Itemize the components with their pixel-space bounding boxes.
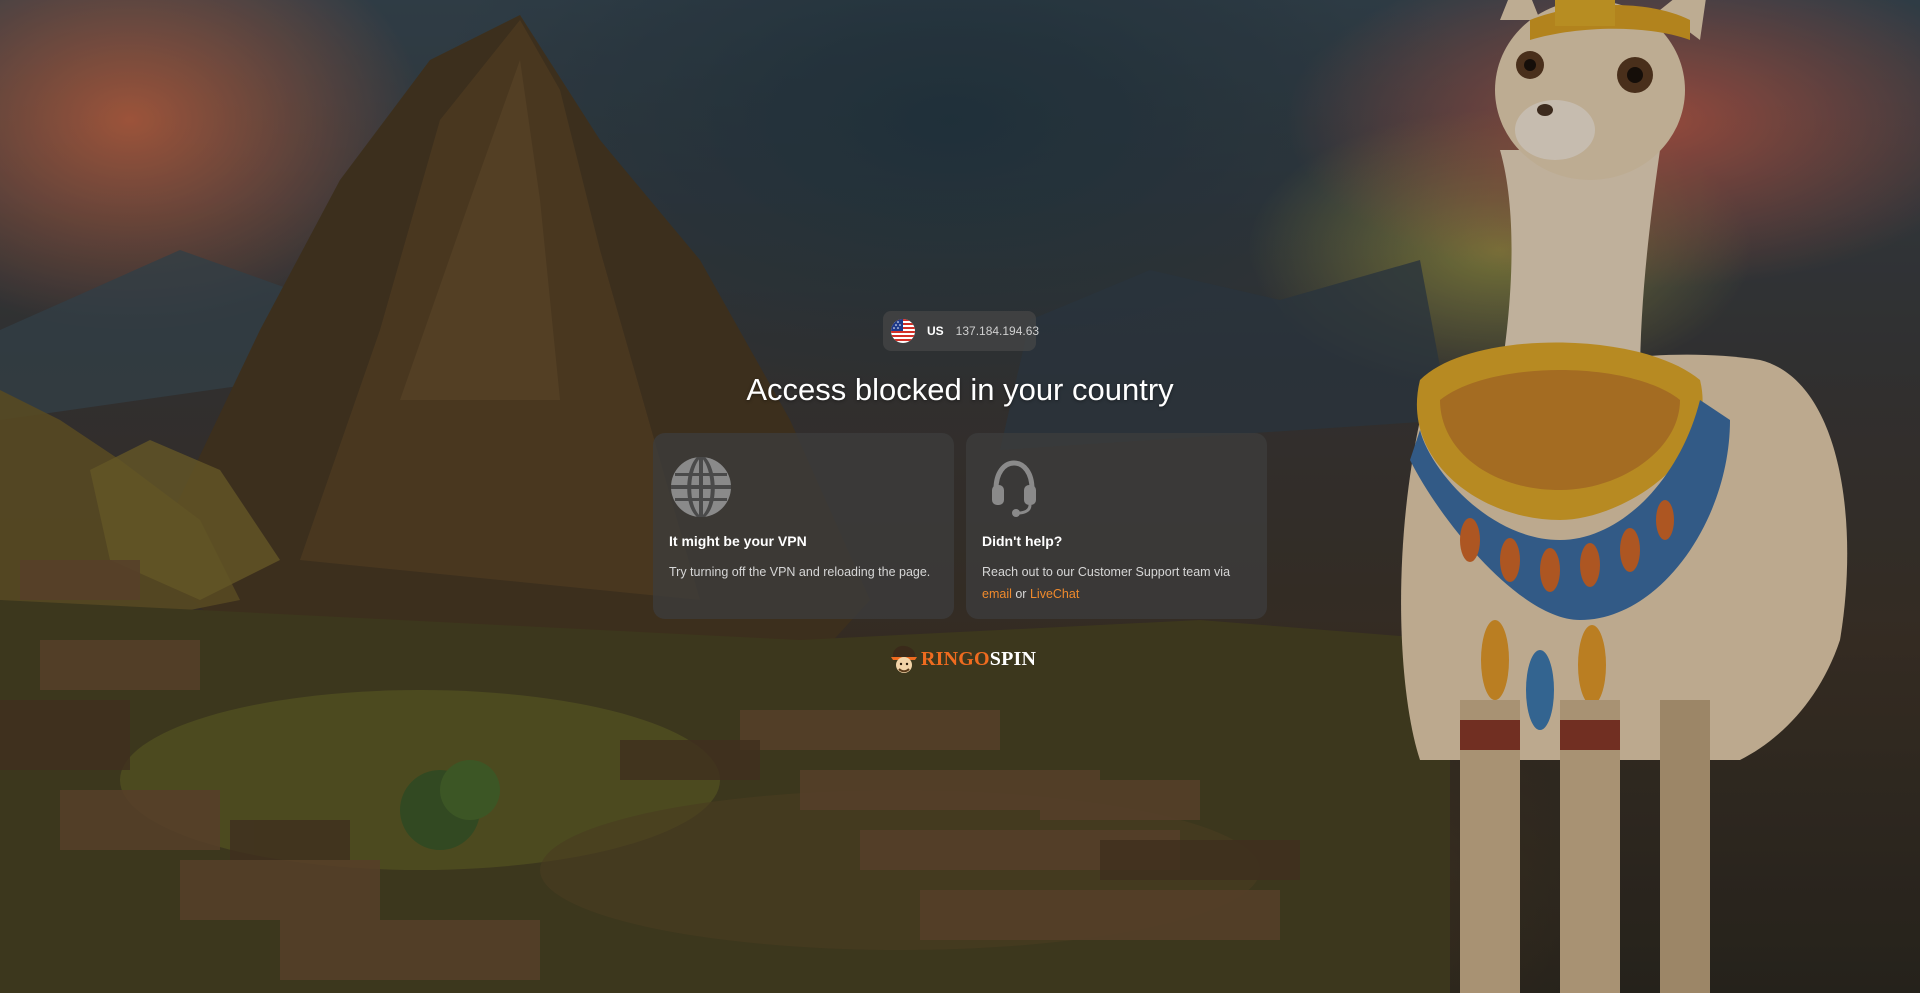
- geo-location-pill: US 137.184.194.63: [883, 311, 1040, 351]
- background-dim-overlay: [0, 0, 1920, 993]
- support-card-text: Reach out to our Customer Support team v…: [982, 561, 1251, 605]
- support-text: Reach out to our Customer Support team v…: [982, 565, 1231, 579]
- page-background: US 137.184.194.63 Access blocked in your…: [0, 0, 1920, 993]
- headset-icon: [992, 460, 1036, 517]
- connector-text: or: [1015, 587, 1027, 601]
- mascot-logo-icon: [891, 645, 917, 673]
- brand-name-part2: SPIN: [989, 647, 1037, 670]
- page-title: Access blocked in your country: [746, 372, 1174, 407]
- us-flag-icon: [891, 319, 915, 343]
- vpn-card-title: It might be your VPN: [669, 533, 807, 549]
- ip-address: 137.184.194.63: [955, 324, 1040, 338]
- country-code: US: [927, 324, 944, 338]
- livechat-link[interactable]: LiveChat: [1030, 587, 1079, 601]
- email-link[interactable]: email: [982, 587, 1012, 601]
- support-card-title: Didn't help?: [982, 533, 1063, 549]
- globe-icon: [671, 457, 731, 517]
- support-card: Didn't help? Reach out to our Customer S…: [966, 433, 1267, 619]
- vpn-card: It might be your VPN Try turning off the…: [653, 433, 954, 619]
- brand-logo[interactable]: RINGO SPIN: [889, 642, 1036, 676]
- vpn-card-text: Try turning off the VPN and reloading th…: [669, 565, 931, 579]
- brand-name-part1: RINGO: [921, 647, 990, 670]
